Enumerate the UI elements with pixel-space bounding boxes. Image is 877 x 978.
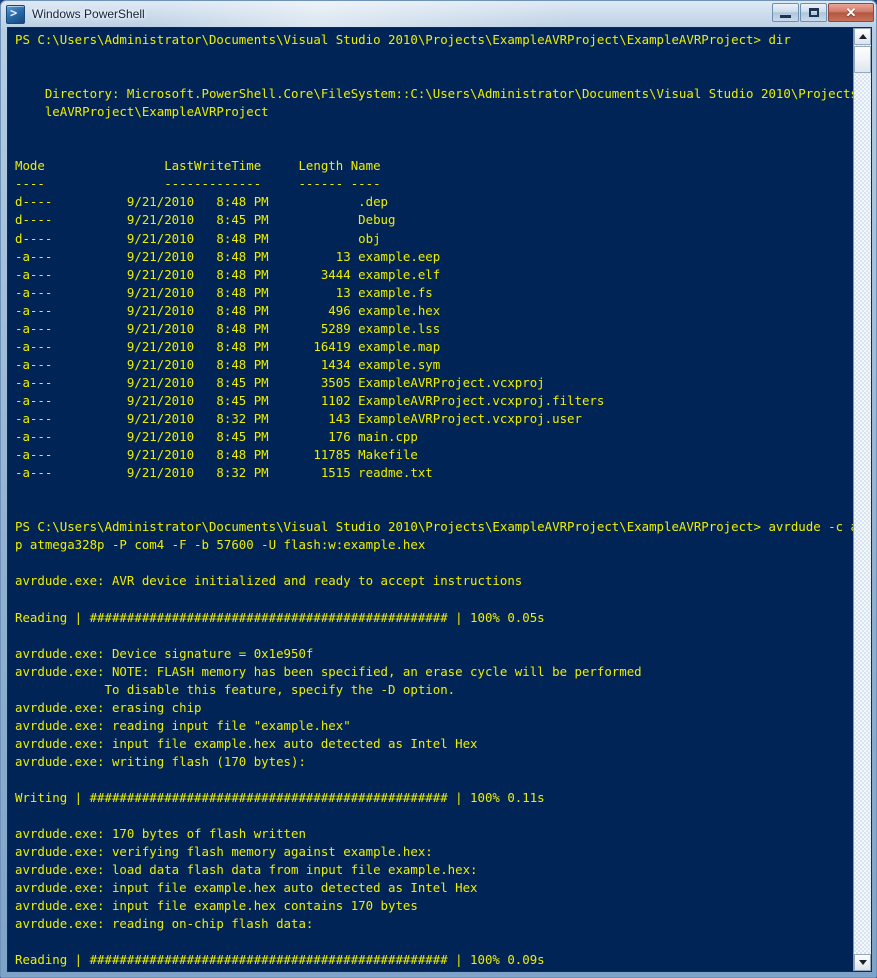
maximize-button[interactable]: [800, 3, 827, 22]
console-output-surface[interactable]: PS C:\Users\Administrator\Documents\Visu…: [8, 28, 853, 971]
console-scrollbar[interactable]: [853, 28, 871, 971]
powershell-icon: [6, 4, 25, 24]
powershell-window: Windows PowerShell ✕ PS C:\Users\Admini: [0, 0, 877, 978]
chevron-down-icon: [858, 960, 867, 965]
close-icon: ✕: [829, 4, 873, 21]
minimize-icon: [773, 4, 798, 21]
window-title: Windows PowerShell: [32, 7, 145, 21]
title-bar[interactable]: Windows PowerShell ✕: [1, 1, 877, 27]
close-button[interactable]: ✕: [828, 3, 874, 22]
caption-buttons: ✕: [771, 3, 874, 23]
minimize-button[interactable]: [772, 3, 799, 22]
console-client-area: PS C:\Users\Administrator\Documents\Visu…: [7, 27, 872, 972]
chevron-up-icon: [858, 34, 867, 39]
scrollbar-thumb[interactable]: [854, 46, 871, 73]
console-text: PS C:\Users\Administrator\Documents\Visu…: [15, 32, 853, 968]
maximize-icon: [801, 4, 826, 21]
scrollbar-up-button[interactable]: [854, 28, 871, 45]
scrollbar-down-button[interactable]: [854, 954, 871, 971]
close-glyph: ✕: [845, 4, 857, 20]
